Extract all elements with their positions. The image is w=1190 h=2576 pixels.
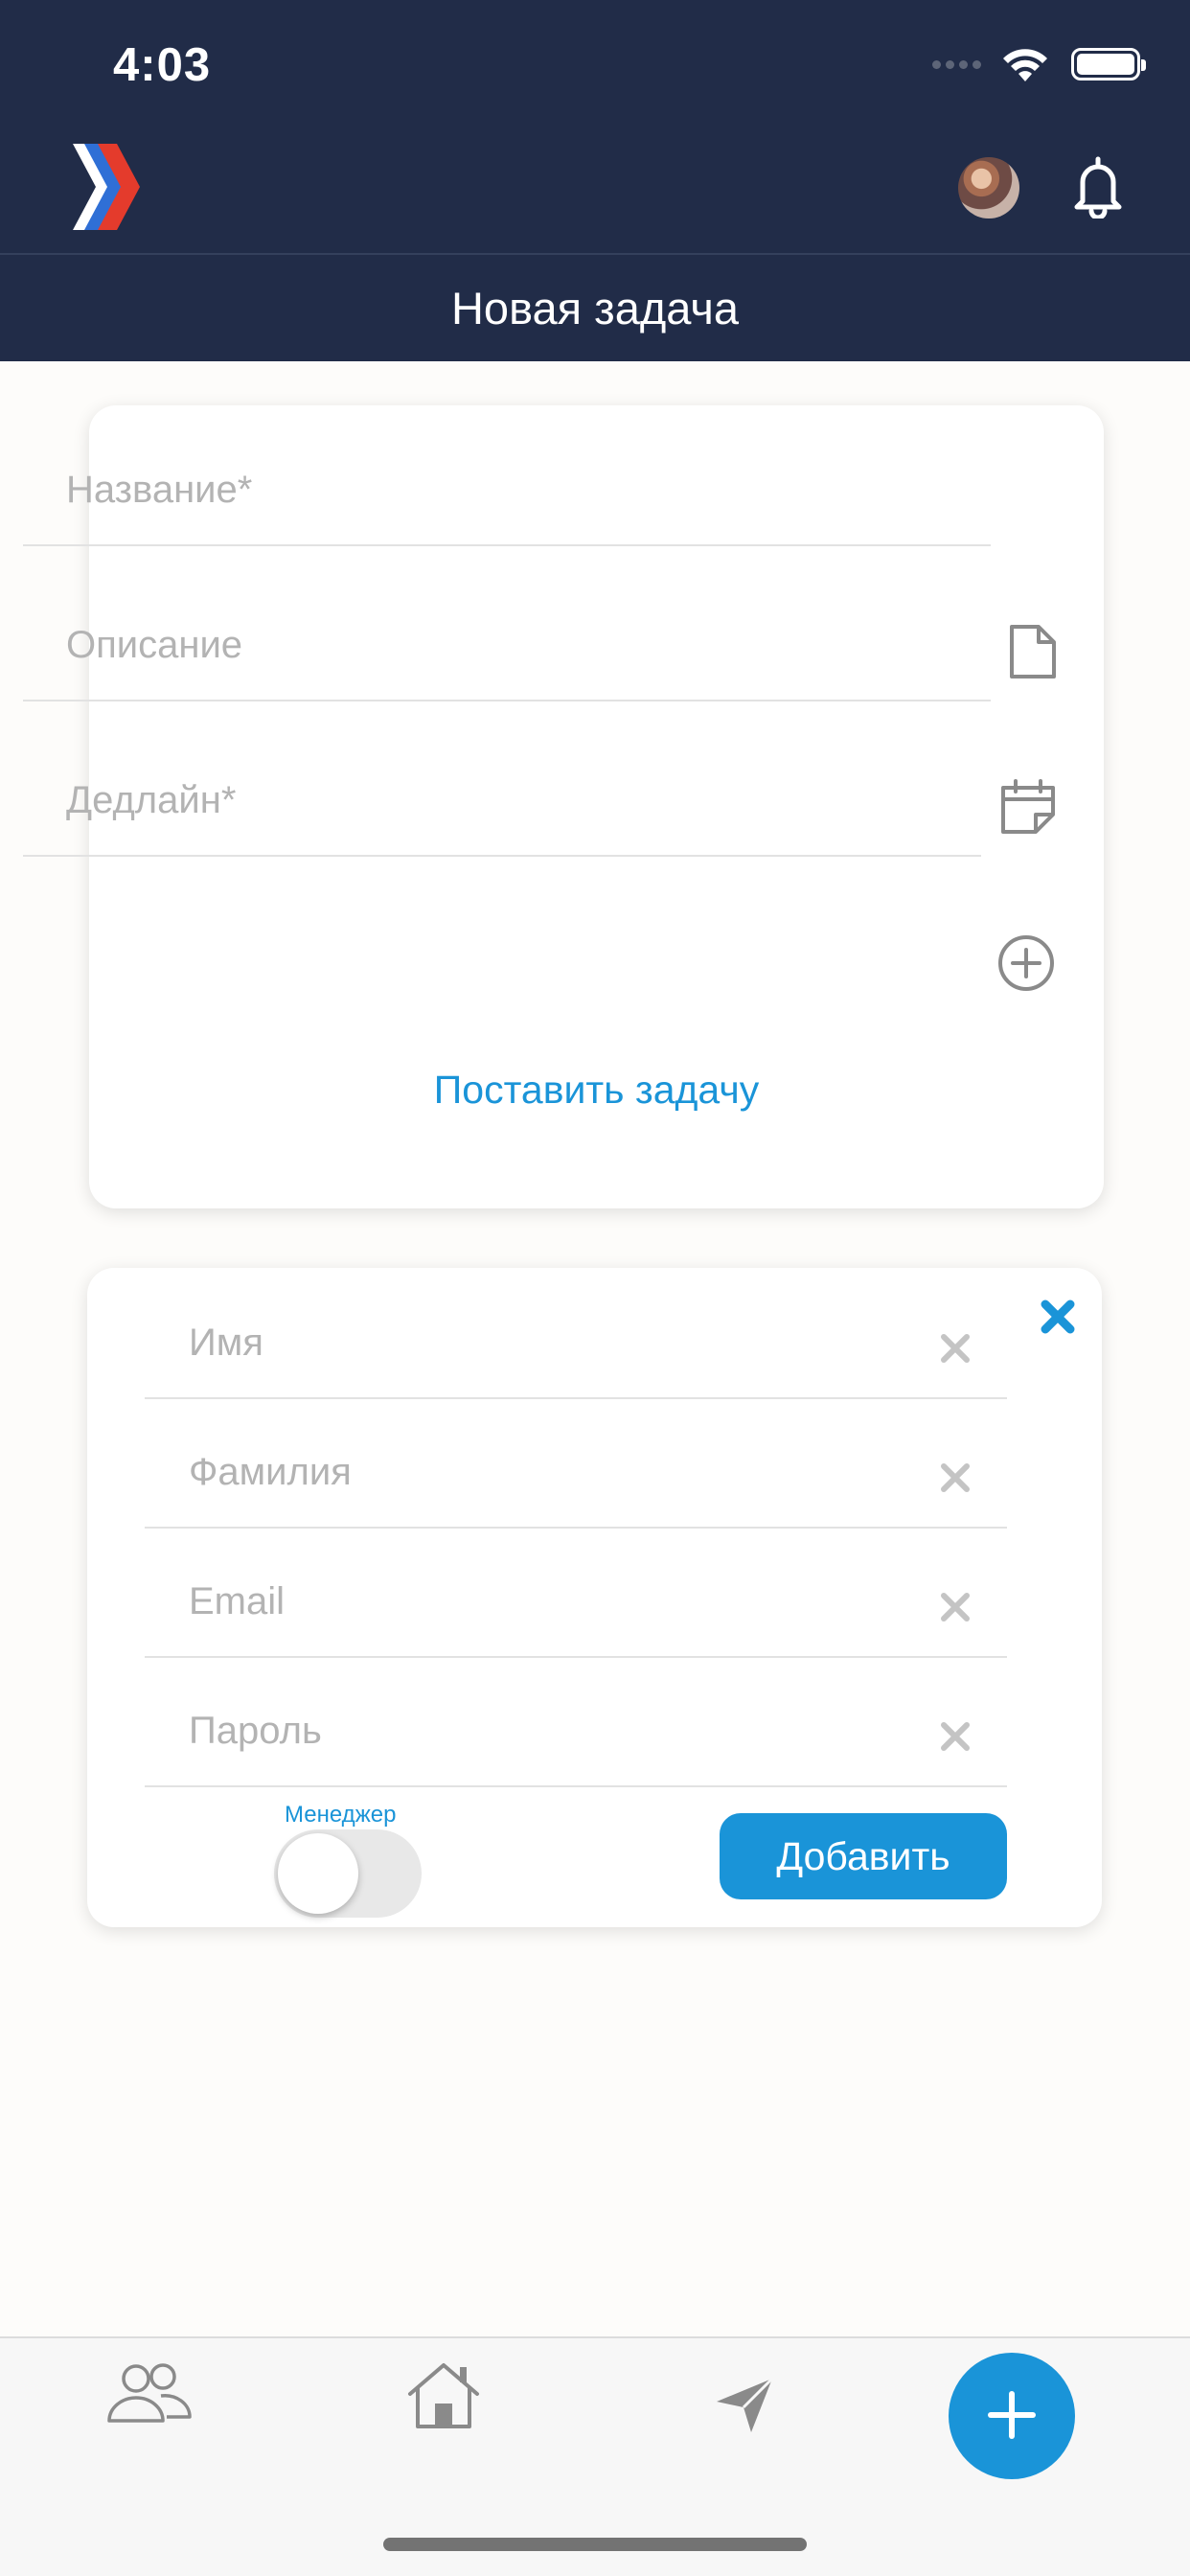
status-icons — [932, 42, 1146, 86]
header: 4:03 Новая задача — [0, 0, 1190, 361]
document-icon[interactable] — [1008, 624, 1058, 679]
email-field[interactable]: Email — [145, 1528, 1007, 1658]
send-icon[interactable] — [715, 2377, 774, 2434]
task-deadline-placeholder: Дедлайн* — [66, 779, 237, 821]
plus-icon — [988, 2390, 1036, 2439]
task-description-field[interactable]: Описание — [23, 562, 991, 702]
task-deadline-field[interactable]: Дедлайн* — [23, 717, 981, 857]
plus-circle-icon[interactable] — [996, 933, 1056, 993]
clear-x-icon[interactable] — [936, 1588, 974, 1626]
submit-task-button[interactable]: Поставить задачу — [89, 1068, 1104, 1113]
bell-icon[interactable] — [1071, 155, 1125, 218]
close-icon[interactable] — [1040, 1299, 1076, 1335]
task-name-placeholder: Название* — [66, 469, 253, 511]
clear-x-icon[interactable] — [936, 1717, 974, 1756]
last-name-placeholder: Фамилия — [189, 1451, 352, 1493]
chevron-logo-icon[interactable] — [71, 144, 142, 230]
task-description-placeholder: Описание — [66, 624, 243, 666]
first-name-placeholder: Имя — [189, 1322, 263, 1364]
clear-x-icon[interactable] — [936, 1329, 974, 1368]
password-placeholder: Пароль — [189, 1710, 322, 1752]
home-indicator — [383, 2538, 807, 2551]
task-name-field[interactable]: Название* — [23, 406, 991, 546]
toggle-knob — [278, 1833, 358, 1914]
password-field[interactable]: Пароль — [145, 1657, 1007, 1787]
add-fab-button[interactable] — [949, 2353, 1075, 2479]
first-name-field[interactable]: Имя — [145, 1269, 1007, 1399]
clear-x-icon[interactable] — [936, 1459, 974, 1497]
last-name-field[interactable]: Фамилия — [145, 1398, 1007, 1529]
people-icon[interactable] — [105, 2361, 194, 2425]
email-placeholder: Email — [189, 1580, 286, 1622]
status-time: 4:03 — [113, 39, 212, 91]
add-user-button[interactable]: Добавить — [720, 1813, 1007, 1899]
page-title: Новая задача — [450, 283, 739, 334]
home-icon[interactable] — [406, 2361, 481, 2430]
manager-toggle-label: Менеджер — [285, 1802, 397, 1828]
signal-icon — [932, 59, 981, 69]
new-task-screen: 4:03 Новая задача Название* Описание Дед… — [0, 0, 1190, 2576]
battery-icon — [1071, 48, 1146, 80]
manager-toggle[interactable] — [274, 1829, 422, 1918]
user-avatar[interactable] — [958, 157, 1019, 218]
wifi-icon — [1003, 49, 1047, 81]
header-divider — [0, 253, 1190, 255]
calendar-icon[interactable] — [999, 778, 1057, 834]
